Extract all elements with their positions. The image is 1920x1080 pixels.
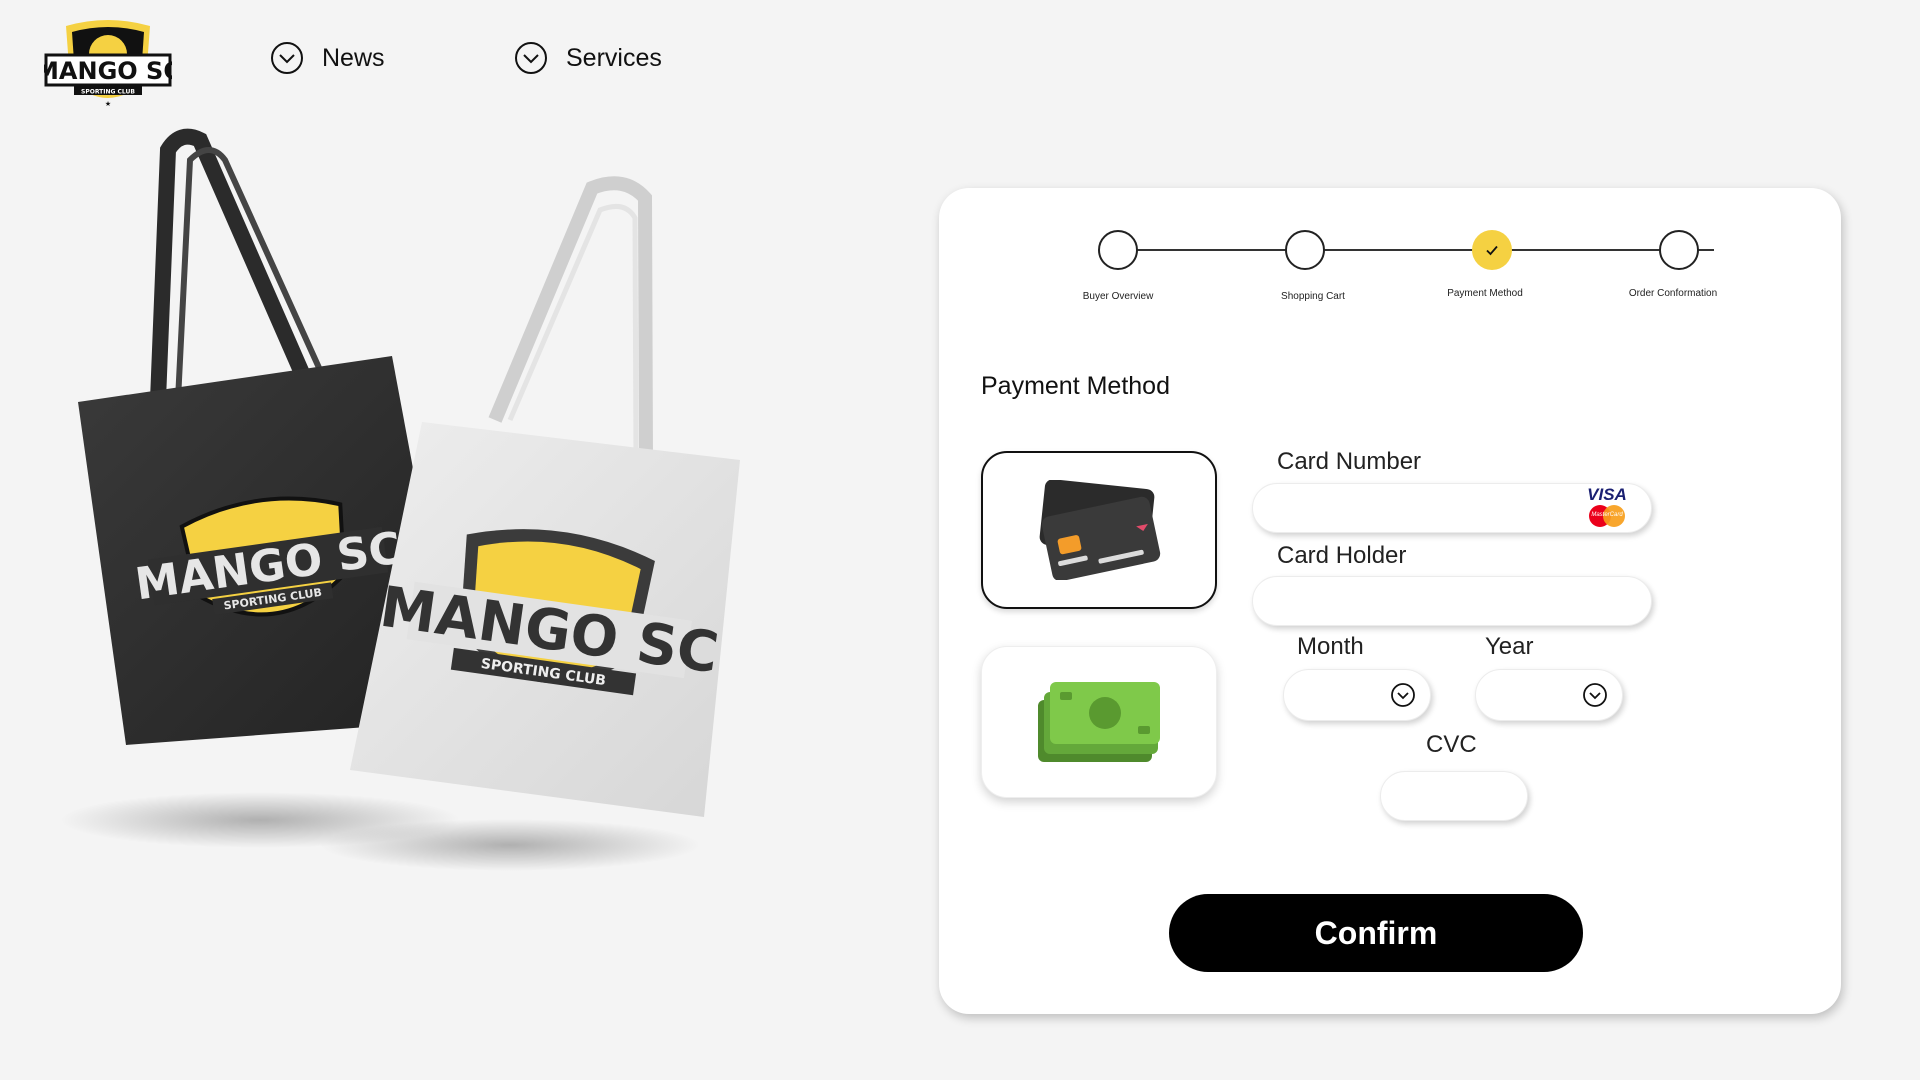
step-order-conformation[interactable]: [1659, 230, 1699, 270]
logo-subtext: SPORTING CLUB: [81, 89, 135, 96]
mango-sc-logo[interactable]: MANGO SC SPORTING CLUB ★: [44, 20, 172, 114]
checkmark-icon: [1486, 245, 1498, 256]
chevron-down-circle-icon: [1583, 683, 1607, 707]
chevron-down-circle-icon: [271, 42, 303, 74]
mastercard-text: MasterCard: [1591, 512, 1623, 518]
chevron-down-circle-icon: [1391, 683, 1415, 707]
step-shopping-cart[interactable]: [1285, 230, 1325, 270]
logo-text: MANGO SC: [44, 57, 172, 85]
credit-card-icon: [1039, 480, 1161, 580]
step-payment-method[interactable]: [1472, 230, 1512, 270]
card-holder-label: Card Holder: [1277, 542, 1407, 569]
payment-option-cash[interactable]: [981, 646, 1217, 798]
step-label-payment-method: Payment Method: [1447, 288, 1523, 299]
year-label: Year: [1485, 633, 1534, 660]
payment-method-heading: Payment Method: [981, 372, 1170, 400]
svg-text:★: ★: [105, 100, 111, 108]
year-select[interactable]: [1475, 669, 1623, 721]
nav-news[interactable]: News: [270, 38, 385, 78]
cvc-label: CVC: [1426, 731, 1477, 758]
month-select[interactable]: [1283, 669, 1431, 721]
chevron-down-circle-icon: [515, 42, 547, 74]
checkout-panel: Buyer Overview Shopping Cart Payment Met…: [939, 188, 1841, 1014]
mastercard-logo: MasterCard: [1587, 505, 1627, 527]
month-label: Month: [1297, 633, 1364, 660]
stepper-connector: [1118, 249, 1714, 251]
card-holder-input[interactable]: [1252, 576, 1652, 626]
tote-bags-image: MANGO SC SPORTING CLUB MANGO SC SPORTING…: [60, 128, 740, 871]
nav-services[interactable]: Services: [514, 38, 662, 78]
card-brands: VISA MasterCard: [1585, 486, 1629, 528]
cvc-input[interactable]: [1380, 771, 1528, 821]
visa-logo: VISA: [1587, 485, 1627, 504]
step-label-buyer-overview: Buyer Overview: [1082, 291, 1154, 302]
cash-icon: [1038, 682, 1160, 762]
nav-news-label: News: [322, 43, 385, 72]
confirm-button[interactable]: Confirm: [1169, 894, 1583, 972]
nav-services-label: Services: [566, 43, 662, 72]
card-number-label: Card Number: [1277, 448, 1422, 475]
payment-option-card[interactable]: [981, 451, 1217, 609]
step-label-order-conformation: Order Conformation: [1628, 288, 1718, 299]
step-label-shopping-cart: Shopping Cart: [1281, 291, 1345, 302]
step-buyer-overview[interactable]: [1098, 230, 1138, 270]
